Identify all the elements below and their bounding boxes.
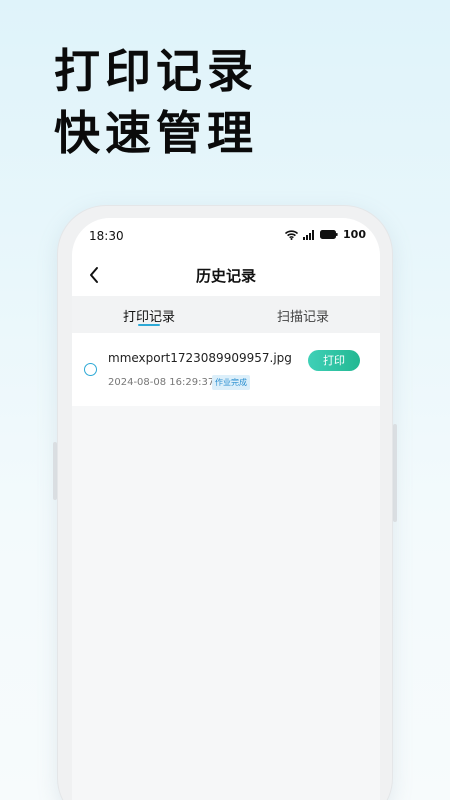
phone-screen: 18:30 100 历史记录 打印记录 扫描记录 mmexport1723089… xyxy=(72,218,380,800)
print-button[interactable]: 打印 xyxy=(308,350,360,371)
phone-side-button-left xyxy=(53,442,57,500)
phone-side-button-right xyxy=(393,424,397,522)
nav-bar: 历史记录 xyxy=(72,254,380,296)
select-radio[interactable] xyxy=(84,363,97,376)
tab-bar: 打印记录 扫描记录 xyxy=(72,296,380,333)
page-title: 历史记录 xyxy=(195,267,256,285)
promo-headline: 打印记录 快速管理 xyxy=(54,40,258,164)
promo-line-1: 打印记录 xyxy=(54,44,258,98)
status-time: 18:30 xyxy=(89,229,124,243)
signal-icon xyxy=(303,229,315,240)
tab-print-records[interactable]: 打印记录 xyxy=(72,296,226,333)
tab-scan-records[interactable]: 扫描记录 xyxy=(226,296,380,333)
tab-label: 打印记录 xyxy=(122,310,175,325)
promo-line-2: 快速管理 xyxy=(54,106,258,160)
status-badge: 作业完成 xyxy=(212,375,250,390)
wifi-icon xyxy=(285,229,299,240)
file-name: mmexport1723089909957.jpg xyxy=(108,351,292,365)
tab-label: 扫描记录 xyxy=(276,310,329,325)
list-item[interactable]: mmexport1723089909957.jpg 2024-08-08 16:… xyxy=(72,333,380,406)
status-bar: 18:30 100 xyxy=(72,218,380,254)
battery-level: 100 xyxy=(343,228,366,241)
list-empty-area xyxy=(72,406,380,800)
tab-active-indicator xyxy=(138,324,160,326)
battery-icon xyxy=(320,230,338,239)
record-timestamp: 2024-08-08 16:29:37 xyxy=(108,377,215,388)
status-icons: 100 xyxy=(285,228,366,241)
